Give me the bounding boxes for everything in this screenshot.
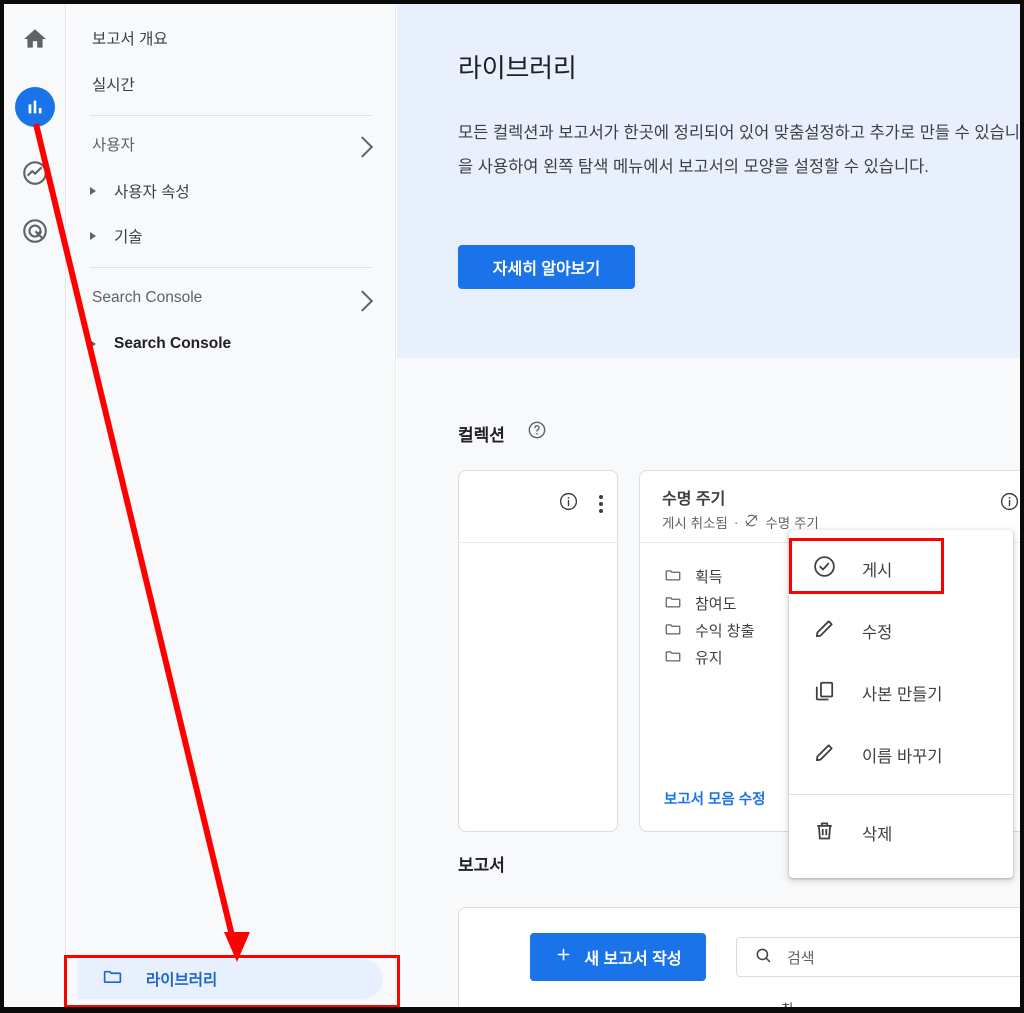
collection-card-1-header bbox=[459, 471, 617, 543]
explore-icon[interactable] bbox=[15, 153, 55, 193]
pencil-icon bbox=[812, 616, 837, 646]
help-circle-icon[interactable] bbox=[527, 420, 547, 445]
search-placeholder: 검색 bbox=[787, 949, 815, 967]
sidebar-item-search-console[interactable]: Search Console bbox=[67, 324, 396, 364]
status-text: 게시 취소됨 bbox=[662, 516, 728, 531]
reports-card: 새 보고서 작성 검색 최 bbox=[458, 907, 1020, 1007]
menu-item-publish[interactable]: 게시 bbox=[789, 538, 1013, 600]
chevron-up-icon bbox=[351, 290, 374, 312]
nav-divider-1 bbox=[90, 115, 372, 116]
collection-card-title: 수명 주기 bbox=[662, 491, 726, 508]
sidebar-item-label: 라이브러리 bbox=[146, 972, 218, 989]
library-hero-banner: 라이브러리 모든 컬렉션과 보고서가 한곳에 정리되어 있어 맞춤설정하고 추가… bbox=[397, 4, 1020, 358]
menu-divider bbox=[789, 794, 1013, 795]
menu-item-label: 삭제 bbox=[862, 826, 893, 844]
menu-item-label: 이름 바꾸기 bbox=[862, 748, 943, 766]
sidebar-item-tech[interactable]: 기술 bbox=[67, 216, 396, 256]
info-icon[interactable] bbox=[999, 491, 1020, 517]
menu-item-rename[interactable]: 이름 바꾸기 bbox=[789, 724, 1013, 786]
folder-icon bbox=[664, 620, 682, 642]
reports-bar-chart-icon[interactable] bbox=[15, 87, 55, 127]
advertising-icon[interactable] bbox=[15, 211, 55, 251]
learn-more-button[interactable]: 자세히 알아보기 bbox=[458, 245, 635, 289]
nav-label: 보고서 개요 bbox=[92, 31, 168, 48]
info-icon[interactable] bbox=[558, 491, 579, 517]
folder-icon bbox=[664, 593, 682, 615]
create-new-report-button[interactable]: 새 보고서 작성 bbox=[530, 933, 706, 981]
sidebar-group-users[interactable]: 사용자 bbox=[67, 124, 396, 164]
collection-folder-list: 획득 참여도 수익 창출 유지 bbox=[664, 563, 754, 671]
sidebar-group-search-console[interactable]: Search Console bbox=[67, 278, 396, 318]
nav-group-label: Search Console bbox=[92, 289, 203, 306]
folder-label: 수익 창출 bbox=[695, 623, 755, 640]
reports-section-title: 보고서 bbox=[458, 856, 505, 875]
collection-card-1[interactable] bbox=[458, 470, 618, 832]
check-circle-icon bbox=[812, 554, 837, 584]
nav-label: Search Console bbox=[114, 335, 232, 352]
icon-rail bbox=[4, 4, 66, 1007]
folder-icon bbox=[664, 647, 682, 669]
list-item[interactable]: 획득 bbox=[664, 563, 754, 590]
nav-label: 기술 bbox=[114, 229, 143, 246]
edit-collection-link[interactable]: 보고서 모음 수정 bbox=[664, 788, 765, 809]
folder-label: 획득 bbox=[695, 569, 723, 586]
collections-section-title: 컬렉션 bbox=[458, 426, 505, 445]
menu-item-label: 수정 bbox=[862, 624, 893, 642]
status-separator: · bbox=[733, 514, 739, 530]
more-vert-icon[interactable] bbox=[599, 494, 603, 514]
menu-item-label: 게시 bbox=[862, 562, 893, 580]
page-title: 라이브러리 bbox=[458, 53, 577, 83]
caret-right-icon bbox=[90, 187, 96, 195]
list-item[interactable]: 수익 창출 bbox=[664, 617, 754, 644]
sidebar-item-reports-overview[interactable]: 보고서 개요 bbox=[67, 18, 396, 58]
unpublished-icon bbox=[744, 513, 759, 531]
status-extra-text: 수명 주기 bbox=[765, 516, 819, 531]
plus-icon bbox=[554, 945, 573, 969]
create-new-report-label: 새 보고서 작성 bbox=[584, 951, 682, 968]
sidebar-item-user-attributes[interactable]: 사용자 속성 bbox=[67, 171, 396, 211]
folder-label: 참여도 bbox=[695, 596, 737, 613]
chevron-up-icon bbox=[351, 136, 374, 158]
home-icon[interactable] bbox=[15, 19, 55, 59]
menu-item-duplicate[interactable]: 사본 만들기 bbox=[789, 662, 1013, 724]
caret-right-icon bbox=[90, 232, 96, 240]
copy-icon bbox=[812, 678, 837, 708]
search-input[interactable]: 검색 bbox=[736, 937, 1020, 977]
collection-context-menu: 게시 수정 사본 만들기 이름 바꾸기 삭제 bbox=[789, 530, 1013, 878]
trash-icon bbox=[812, 818, 837, 848]
folder-label: 유지 bbox=[695, 650, 723, 667]
nav-label: 사용자 속성 bbox=[114, 184, 190, 201]
nav-divider-2 bbox=[90, 267, 372, 268]
pencil-icon bbox=[812, 740, 837, 770]
menu-item-label: 사본 만들기 bbox=[862, 686, 943, 704]
sidebar-item-realtime[interactable]: 실시간 bbox=[67, 64, 396, 104]
search-icon bbox=[754, 946, 773, 969]
menu-item-delete[interactable]: 삭제 bbox=[789, 802, 1013, 864]
sidebar-item-library[interactable]: 라이브러리 bbox=[77, 959, 383, 999]
reports-table-column-header: 최 bbox=[781, 998, 793, 1007]
folder-icon bbox=[102, 966, 123, 992]
folder-icon bbox=[664, 566, 682, 588]
list-item[interactable]: 유지 bbox=[664, 644, 754, 671]
nav-label: 실시간 bbox=[92, 77, 135, 94]
nav-group-label: 사용자 bbox=[92, 137, 135, 154]
collection-card-status: 게시 취소됨 · 수명 주기 bbox=[662, 512, 819, 532]
menu-item-edit[interactable]: 수정 bbox=[789, 600, 1013, 662]
report-navigation-panel: 보고서 개요 실시간 사용자 사용자 속성 기술 Search Console … bbox=[67, 4, 396, 1007]
list-item[interactable]: 참여도 bbox=[664, 590, 754, 617]
caret-right-icon bbox=[90, 340, 96, 348]
hero-description: 모든 컬렉션과 보고서가 한곳에 정리되어 있어 맞춤설정하고 추가로 만들 수… bbox=[458, 124, 1020, 176]
